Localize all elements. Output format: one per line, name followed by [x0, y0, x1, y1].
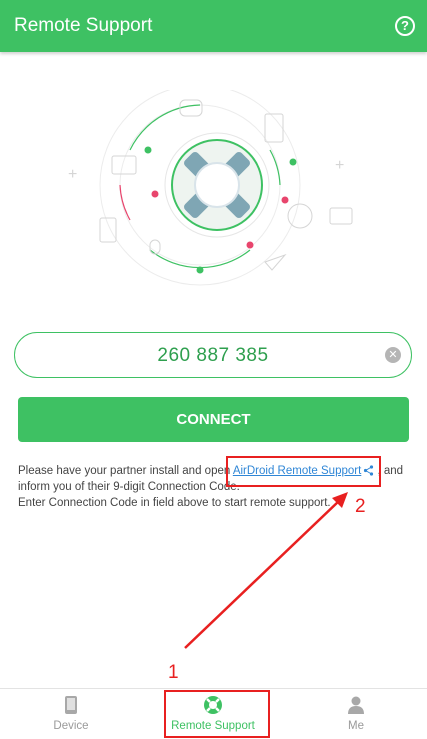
nav-label-me: Me	[348, 720, 364, 732]
connection-code-input[interactable]: 260 887 385 ✕	[14, 332, 412, 378]
annotation-number-2: 2	[355, 496, 366, 517]
svg-text:+: +	[335, 157, 344, 174]
nav-item-device[interactable]: Device	[0, 689, 142, 739]
connect-button[interactable]: CONNECT	[18, 397, 409, 442]
help-icon[interactable]: ?	[395, 16, 415, 36]
connection-code-value: 260 887 385	[157, 345, 269, 366]
instructions-line3: Enter Connection Code in field above to …	[18, 497, 331, 509]
svg-text:+: +	[68, 166, 77, 183]
instructions-line2: inform you of their 9-digit Connection C…	[18, 481, 240, 493]
page-title: Remote Support	[14, 15, 153, 36]
phone-icon	[65, 696, 77, 714]
app-bar: Remote Support ?	[0, 0, 427, 52]
annotation-box-link	[226, 456, 381, 487]
remote-support-illustration: + +	[68, 90, 353, 286]
nav-item-me[interactable]: Me	[285, 689, 427, 739]
annotation-box-nav	[164, 690, 270, 738]
nav-label-device: Device	[53, 720, 89, 732]
person-icon	[348, 696, 364, 714]
annotation-number-1: 1	[168, 662, 179, 683]
instructions-line1-pre: Please have your partner install and ope…	[18, 465, 233, 477]
clear-icon[interactable]: ✕	[385, 347, 401, 363]
